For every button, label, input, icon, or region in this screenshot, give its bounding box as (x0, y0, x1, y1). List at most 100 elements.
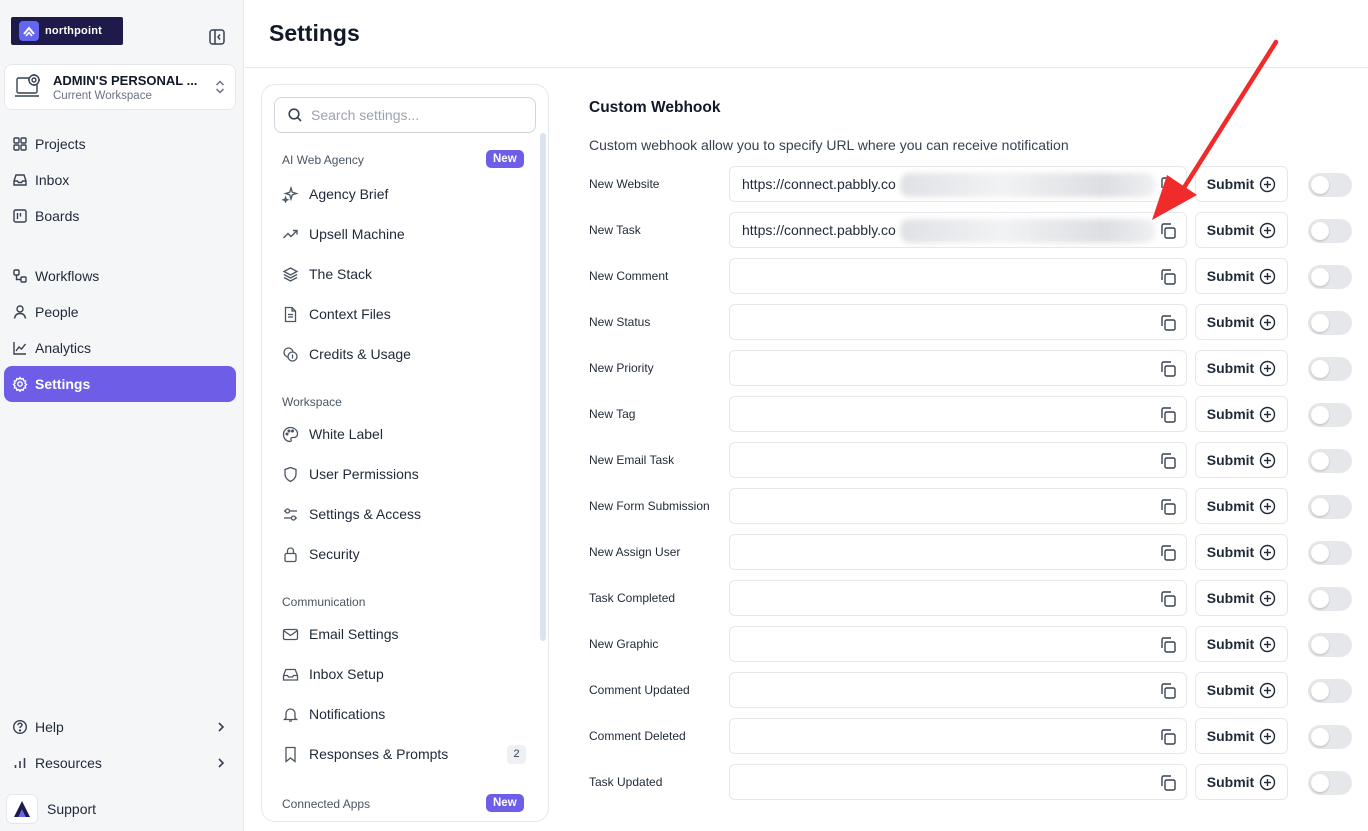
webhook-label: Comment Updated (589, 683, 690, 697)
copy-icon[interactable] (1159, 544, 1177, 562)
submit-button[interactable]: Submit (1195, 304, 1288, 340)
menu-item-settings-access[interactable]: Settings & Access (274, 496, 526, 532)
copy-icon[interactable] (1159, 176, 1177, 194)
webhook-toggle[interactable] (1308, 265, 1352, 289)
settings-search[interactable] (274, 97, 536, 133)
webhook-row-new-priority: New Priority Submit (589, 350, 1359, 386)
menu-item-label: The Stack (309, 266, 373, 282)
webhook-toggle[interactable] (1308, 173, 1352, 197)
webhook-toggle[interactable] (1308, 219, 1352, 243)
nav-item-label: Workflows (35, 268, 100, 284)
webhook-toggle[interactable] (1308, 725, 1352, 749)
menu-item-inbox-setup[interactable]: Inbox Setup (274, 656, 526, 692)
plus-circle-icon (1260, 544, 1276, 560)
submit-button[interactable]: Submit (1195, 212, 1288, 248)
webhook-url-input[interactable] (729, 396, 1187, 432)
webhook-url-input[interactable] (729, 672, 1187, 708)
webhook-url-input[interactable] (729, 442, 1187, 478)
webhook-url-input[interactable] (729, 718, 1187, 754)
nav-item-settings[interactable]: Settings (4, 366, 236, 402)
submit-button[interactable]: Submit (1195, 258, 1288, 294)
bookmark-icon (285, 746, 296, 763)
submit-button[interactable]: Submit (1195, 350, 1288, 386)
webhook-url-input[interactable] (729, 488, 1187, 524)
menu-item-email-settings[interactable]: Email Settings (274, 616, 526, 652)
settings-scrollbar[interactable] (540, 133, 546, 641)
webhook-url-input[interactable] (729, 534, 1187, 570)
menu-item-credits-usage[interactable]: Credits & Usage (274, 336, 526, 372)
copy-icon[interactable] (1159, 682, 1177, 700)
webhook-toggle[interactable] (1308, 679, 1352, 703)
menu-item-security[interactable]: Security (274, 536, 526, 572)
submit-button[interactable]: Submit (1195, 718, 1288, 754)
nav-item-projects[interactable]: Projects (4, 126, 236, 162)
webhook-toggle[interactable] (1308, 633, 1352, 657)
sidebar-collapse-icon[interactable] (208, 28, 226, 46)
submit-button[interactable]: Submit (1195, 442, 1288, 478)
webhook-toggle[interactable] (1308, 357, 1352, 381)
copy-icon[interactable] (1159, 222, 1177, 240)
support-link[interactable]: Support (6, 794, 96, 824)
nav-item-help[interactable]: Help (4, 709, 236, 745)
plus-circle-icon (1260, 222, 1276, 238)
menu-item-notifications[interactable]: Notifications (274, 696, 526, 732)
submit-button[interactable]: Submit (1195, 626, 1288, 662)
submit-button[interactable]: Submit (1195, 672, 1288, 708)
webhook-url-input[interactable] (729, 350, 1187, 386)
nav-item-resources[interactable]: Resources (4, 745, 236, 781)
workspace-switcher[interactable]: ADMIN'S PERSONAL ... Current Workspace (4, 64, 236, 110)
copy-icon[interactable] (1159, 360, 1177, 378)
webhook-url-input[interactable] (729, 626, 1187, 662)
menu-item-upsell-machine[interactable]: Upsell Machine (274, 216, 526, 252)
menu-item-context-files[interactable]: Context Files (274, 296, 526, 332)
submit-button[interactable]: Submit (1195, 488, 1288, 524)
menu-item-user-permissions[interactable]: User Permissions (274, 456, 526, 492)
webhook-toggle[interactable] (1308, 541, 1352, 565)
webhook-url-input[interactable] (729, 258, 1187, 294)
submit-button[interactable]: Submit (1195, 396, 1288, 432)
submit-button[interactable]: Submit (1195, 534, 1288, 570)
menu-item-responses-prompts[interactable]: Responses & Prompts 2 (274, 736, 526, 772)
webhook-toggle[interactable] (1308, 771, 1352, 795)
webhook-url-input[interactable]: https://connect.pabbly.co (729, 166, 1187, 202)
webhook-url-input[interactable] (729, 304, 1187, 340)
webhook-toggle[interactable] (1308, 587, 1352, 611)
webhook-url-input[interactable]: https://connect.pabbly.co (729, 212, 1187, 248)
copy-icon[interactable] (1159, 452, 1177, 470)
webhook-toggle[interactable] (1308, 311, 1352, 335)
copy-icon[interactable] (1159, 728, 1177, 746)
copy-icon[interactable] (1159, 636, 1177, 654)
brand-name: northpoint (45, 25, 102, 37)
copy-icon[interactable] (1159, 314, 1177, 332)
copy-icon[interactable] (1159, 498, 1177, 516)
nav-item-workflows[interactable]: Workflows (4, 258, 236, 294)
settings-search-input[interactable] (311, 107, 531, 123)
menu-item-the-stack[interactable]: The Stack (274, 256, 526, 292)
menu-item-white-label[interactable]: White Label (274, 416, 526, 452)
brand-logo[interactable]: northpoint (11, 17, 123, 45)
webhook-toggle[interactable] (1308, 495, 1352, 519)
copy-icon[interactable] (1159, 774, 1177, 792)
bell-icon (282, 707, 299, 722)
mail-icon (282, 628, 299, 640)
nav-item-people[interactable]: People (4, 294, 236, 330)
copy-icon[interactable] (1159, 268, 1177, 286)
main-nav: Projects Inbox Boards (4, 126, 236, 234)
webhook-url-input[interactable] (729, 764, 1187, 800)
submit-button[interactable]: Submit (1195, 580, 1288, 616)
plus-circle-icon (1260, 498, 1276, 514)
webhook-toggle[interactable] (1308, 403, 1352, 427)
webhook-url-input[interactable] (729, 580, 1187, 616)
menu-item-label: Inbox Setup (309, 666, 384, 682)
nav-item-label: Resources (35, 755, 102, 771)
webhook-toggle[interactable] (1308, 449, 1352, 473)
copy-icon[interactable] (1159, 590, 1177, 608)
menu-item-agency-brief[interactable]: Agency Brief (274, 176, 526, 212)
nav-item-boards[interactable]: Boards (4, 198, 236, 234)
nav-item-analytics[interactable]: Analytics (4, 330, 236, 366)
plus-circle-icon (1260, 636, 1276, 652)
submit-button[interactable]: Submit (1195, 166, 1288, 202)
nav-item-inbox[interactable]: Inbox (4, 162, 236, 198)
submit-button[interactable]: Submit (1195, 764, 1288, 800)
copy-icon[interactable] (1159, 406, 1177, 424)
